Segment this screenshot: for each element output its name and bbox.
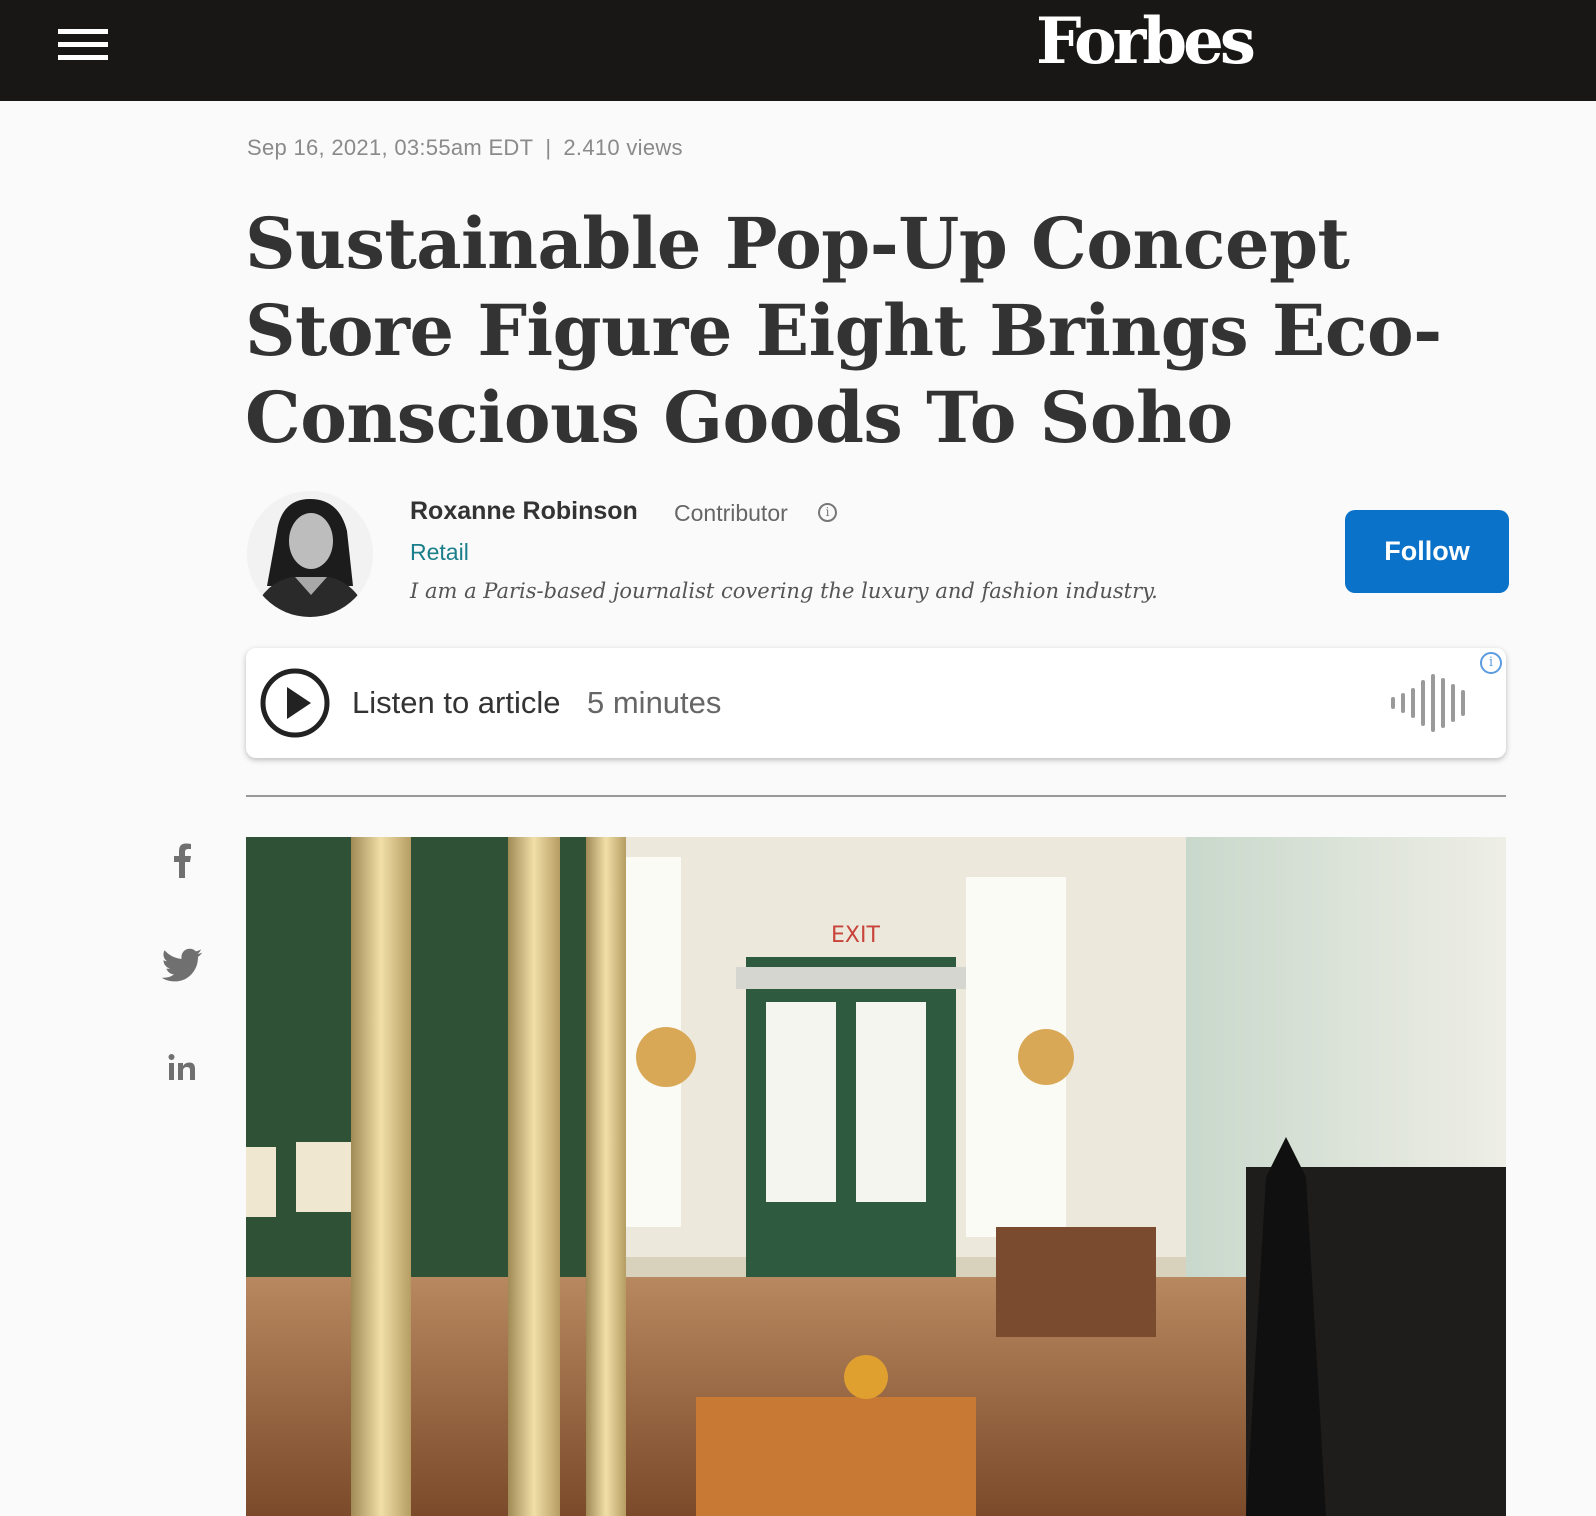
publish-timestamp: Sep 16, 2021, 03:55am EDT	[247, 135, 534, 160]
play-icon[interactable]	[259, 667, 331, 739]
facebook-icon[interactable]	[160, 838, 204, 882]
view-count: 2.410 views	[563, 135, 683, 160]
audio-player: Listen to article 5 minutes i	[246, 648, 1506, 758]
forbes-logo[interactable]: Forbes	[1036, 4, 1256, 79]
article-headline: Sustainable Pop-Up Concept Store Figure …	[245, 202, 1442, 459]
follow-button[interactable]: Follow	[1345, 510, 1509, 593]
hero-image: EXIT	[246, 837, 1506, 1516]
hamburger-icon[interactable]	[58, 29, 108, 61]
author-name[interactable]: Roxanne Robinson	[410, 497, 638, 526]
channel-link[interactable]: Retail	[410, 539, 469, 566]
listen-label[interactable]: Listen to article	[352, 685, 561, 721]
meta-separator: |	[545, 135, 552, 160]
section-divider	[246, 795, 1506, 797]
audio-info-icon[interactable]: i	[1480, 652, 1502, 674]
svg-text:EXIT: EXIT	[831, 923, 880, 948]
author-avatar[interactable]	[247, 491, 373, 617]
article-meta: Sep 16, 2021, 03:55am EDT | 2.410 views	[247, 135, 683, 161]
top-nav-bar: Forbes	[0, 0, 1596, 101]
twitter-icon[interactable]	[160, 942, 204, 986]
info-icon[interactable]: i	[818, 503, 837, 522]
author-bio: I am a Paris-based journalist covering t…	[410, 579, 1158, 603]
linkedin-icon[interactable]	[160, 1046, 204, 1090]
audio-duration: 5 minutes	[587, 685, 722, 720]
waveform-icon	[1389, 672, 1469, 739]
author-role: Contributor	[674, 500, 788, 526]
